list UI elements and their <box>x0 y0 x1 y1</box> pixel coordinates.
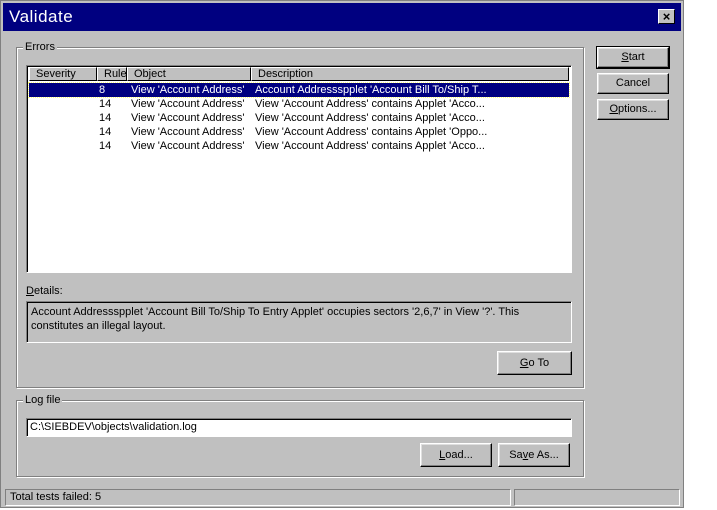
description-cell: View 'Account Address' contains Applet '… <box>255 112 485 124</box>
options-button[interactable]: Options... <box>597 99 669 120</box>
column-header-description[interactable]: Description <box>251 67 569 81</box>
details-text: Account Addressspplet 'Account Bill To/S… <box>26 301 572 343</box>
table-row[interactable]: ! 14 View 'Account Address' View 'Accoun… <box>29 97 569 111</box>
object-cell: View 'Account Address' <box>131 98 245 110</box>
status-bar-panel <box>514 489 680 506</box>
description-cell: Account Addressspplet 'Account Bill To/S… <box>255 84 487 96</box>
load-button[interactable]: Load... <box>420 443 492 467</box>
errors-list[interactable]: Severity Rule Object Description — 8 Vie… <box>26 65 572 273</box>
column-header-object[interactable]: Object <box>127 67 251 81</box>
column-header-rule[interactable]: Rule <box>97 67 127 81</box>
errors-group: Errors Severity Rule Object Description … <box>16 40 584 388</box>
rule-cell: 14 <box>99 140 112 152</box>
window-title: Validate <box>9 7 74 26</box>
table-row[interactable]: — 8 View 'Account Address' Account Addre… <box>28 82 570 98</box>
rule-cell: 14 <box>99 112 112 124</box>
table-row[interactable]: ! 14 View 'Account Address' View 'Accoun… <box>29 125 569 139</box>
save-as-button[interactable]: Save As... <box>498 443 570 467</box>
cancel-button[interactable]: Cancel <box>597 73 669 94</box>
description-cell: View 'Account Address' contains Applet '… <box>255 126 488 138</box>
rule-cell: 14 <box>99 126 112 138</box>
log-file-group: Log file C:\SIEBDEV\objects\validation.l… <box>16 393 584 477</box>
rule-cell: 14 <box>99 98 112 110</box>
table-row[interactable]: ! 14 View 'Account Address' View 'Accoun… <box>29 139 569 153</box>
object-cell: View 'Account Address' <box>131 140 245 152</box>
description-cell: View 'Account Address' contains Applet '… <box>255 140 485 152</box>
validate-dialog: Validate × Errors Severity Rule Object D… <box>0 0 684 508</box>
details-label: Details: <box>26 285 63 297</box>
status-bar-text: Total tests failed: 5 <box>5 489 511 506</box>
log-file-group-label: Log file <box>23 393 63 407</box>
column-header-severity[interactable]: Severity <box>29 67 97 81</box>
object-cell: View 'Account Address' <box>131 112 245 124</box>
description-cell: View 'Account Address' contains Applet '… <box>255 98 485 110</box>
rule-cell: 8 <box>99 84 106 96</box>
object-cell: View 'Account Address' <box>131 84 245 96</box>
log-file-path-input[interactable]: C:\SIEBDEV\objects\validation.log <box>26 418 572 437</box>
table-row[interactable]: ! 14 View 'Account Address' View 'Accoun… <box>29 111 569 125</box>
start-button[interactable]: Start <box>596 46 670 69</box>
object-cell: View 'Account Address' <box>131 126 245 138</box>
title-bar: Validate × <box>3 3 681 31</box>
errors-group-label: Errors <box>23 40 57 54</box>
go-to-button[interactable]: Go To <box>497 351 572 375</box>
close-icon[interactable]: × <box>658 9 675 24</box>
